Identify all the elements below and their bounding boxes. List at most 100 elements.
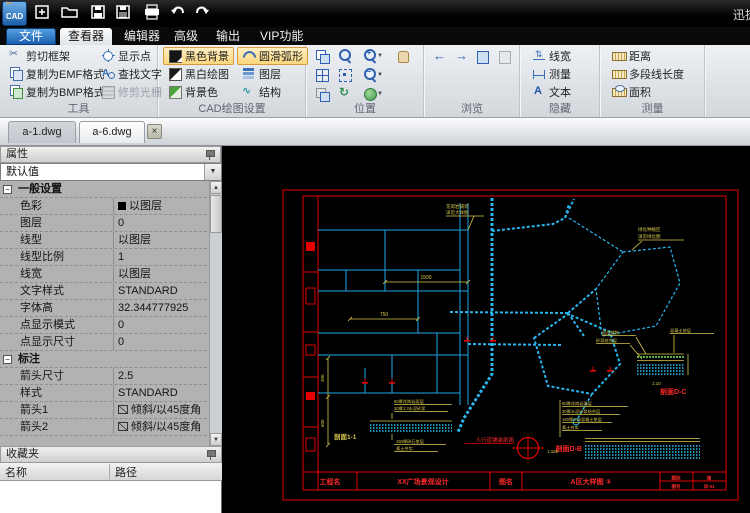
property-row-color[interactable]: 色彩以图层	[0, 198, 222, 215]
plan-grid-lines	[318, 203, 468, 405]
collapse-icon[interactable]: −	[3, 355, 12, 364]
cut-frame-button[interactable]: 剪切框架	[4, 47, 110, 65]
column-name[interactable]: 名称	[5, 464, 27, 480]
pan-button[interactable]	[395, 48, 412, 64]
property-scrollbar[interactable]: ▲ ▼	[209, 181, 222, 446]
measure-toggle[interactable]: 测量	[527, 65, 576, 83]
browse-forward-button[interactable]: →	[453, 49, 470, 65]
property-row-arrowsize[interactable]: 箭头尺寸2.5	[0, 368, 222, 385]
copy-as-emf-button[interactable]: 复制为EMF格式	[4, 65, 110, 83]
text-toggle[interactable]: 文本	[527, 83, 576, 101]
property-label: 箭头1	[20, 402, 110, 418]
title-bar: ✂CAD 迅捷	[0, 0, 750, 27]
property-row-arrow2[interactable]: 箭头2倾斜/以45度角	[0, 419, 222, 436]
menu-tab-vip[interactable]: VIP功能	[252, 28, 311, 45]
property-row-textstyle[interactable]: 文字样式STANDARD	[0, 283, 222, 300]
menu-tab-editor[interactable]: 编辑器	[116, 28, 168, 45]
save-button[interactable]	[86, 2, 110, 24]
zoom-extents-button[interactable]	[337, 67, 354, 83]
zoom-window-button[interactable]	[337, 48, 354, 64]
cascade-windows-button[interactable]	[315, 48, 332, 64]
area-button[interactable]: 面积	[607, 83, 689, 101]
polyline-ruler-icon	[612, 67, 626, 80]
print-button[interactable]	[140, 2, 164, 24]
property-row-dimstyle[interactable]: 样式STANDARD	[0, 385, 222, 402]
property-row-arrow1[interactable]: 箭头1倾斜/以45度角	[0, 402, 222, 419]
favorites-list-empty[interactable]	[0, 481, 221, 513]
property-row-textheight[interactable]: 字体高32.344777925	[0, 300, 222, 317]
section-1-1: 60厚花岗岩面层 30厚1:3水泥砂浆 150厚碎石垫层 素土夯实 剖面1-1	[334, 398, 452, 452]
tb-cell: 详-01	[703, 483, 715, 490]
column-path[interactable]: 路径	[115, 464, 137, 480]
scroll-down-icon[interactable]: ▼	[210, 433, 222, 446]
property-row-linetype[interactable]: 线型以图层	[0, 232, 222, 249]
find-text-button[interactable]: 查找文字	[96, 65, 167, 83]
collapse-icon[interactable]: −	[3, 185, 12, 194]
pin-icon[interactable]	[206, 450, 215, 460]
leader-note: 详见绿化图	[638, 233, 661, 240]
menu-tab-output[interactable]: 输出	[208, 28, 248, 45]
scroll-up-icon[interactable]: ▲	[210, 181, 222, 194]
property-row-layer[interactable]: 图层0	[0, 215, 222, 232]
property-row-pointmode[interactable]: 点显示模式0	[0, 317, 222, 334]
browse-back-button[interactable]: ←	[431, 49, 448, 65]
doc-tab-a1[interactable]: a-1.dwg	[8, 121, 76, 143]
black-background-toggle[interactable]: 黑色背景	[163, 47, 234, 65]
ribbon-item-label: 距离	[629, 51, 651, 63]
trim-raster-button: 修剪光栅	[96, 83, 167, 101]
property-label: 色彩	[20, 198, 110, 214]
save-as-button[interactable]	[112, 2, 136, 24]
cad-drawing-canvas[interactable]: 工程名 XX广场景观设计 图名 A区大样图 ① 图别 施 图号 详-01	[222, 146, 750, 513]
section-general[interactable]: −一般设置	[0, 181, 222, 198]
drawing-name: A区大样图 ①	[571, 477, 612, 486]
menu-tab-viewer[interactable]: 查看器	[60, 28, 112, 45]
chevron-down-icon[interactable]: ▼	[204, 164, 221, 180]
copy-pages-icon	[9, 85, 23, 98]
open-file-button[interactable]	[58, 2, 82, 24]
property-row-ltscale[interactable]: 线型比例1	[0, 249, 222, 266]
dropdown-arrow-icon[interactable]: ▼	[377, 72, 383, 78]
property-row-pointsize[interactable]: 点显示尺寸0	[0, 334, 222, 351]
ribbon-item-label: 测量	[549, 69, 571, 81]
pin-icon[interactable]	[205, 150, 214, 160]
scrollbar-thumb[interactable]	[210, 195, 222, 233]
dropdown-arrow-icon[interactable]: ▼	[377, 91, 383, 97]
black-white-drawing-toggle[interactable]: 黑白绘图	[163, 65, 234, 83]
redo-button[interactable]	[190, 2, 214, 24]
application-window: { "window": {"logo": "CAD", "app_title":…	[0, 0, 750, 513]
undo-button[interactable]	[166, 2, 190, 24]
ribbon-item-label: 文本	[549, 87, 571, 99]
layer-note: 面层铺装	[602, 329, 620, 336]
new-file-button[interactable]	[30, 2, 54, 24]
close-tab-button[interactable]: ×	[147, 124, 162, 139]
preset-dropdown[interactable]: 默认值▼	[0, 163, 222, 181]
ribbon-item-label: 线宽	[549, 51, 571, 63]
distance-button[interactable]: 距离	[607, 47, 689, 65]
dim-text: 750	[380, 312, 389, 318]
show-points-button[interactable]: 显示点	[96, 47, 167, 65]
layers-button[interactable]: 图层	[237, 65, 308, 83]
crosshair-point-icon	[101, 49, 115, 62]
ribbon-item-label: 多段线长度	[629, 69, 684, 81]
return-view-button[interactable]	[475, 49, 492, 65]
dropdown-arrow-icon[interactable]: ▼	[377, 53, 383, 59]
ribbon-item-label: 圆滑弧形	[259, 51, 303, 63]
file-menu-button[interactable]: 文件	[6, 28, 56, 45]
line-width-toggle[interactable]: 线宽	[527, 47, 576, 65]
doc-tab-a6[interactable]: a-6.dwg	[79, 121, 145, 143]
property-row-lineweight[interactable]: 线宽以图层	[0, 266, 222, 283]
polyline-length-button[interactable]: 多段线长度	[607, 65, 689, 83]
tile-windows-button[interactable]	[315, 67, 332, 83]
menu-tab-advanced[interactable]: 高级	[166, 28, 206, 45]
background-color-button[interactable]: 背景色	[163, 83, 234, 101]
ribbon-item-label: 黑色背景	[185, 51, 229, 63]
dimensions: 花岗岩铺装 详见大样图 1500 750 300 600 绿化种植区 详见绿化图	[320, 203, 684, 447]
copy-as-bmp-button[interactable]: 复制为BMP格式	[4, 83, 110, 101]
favorites-column-headers: 名称 路径	[0, 463, 222, 481]
zoom-out-button[interactable]: −▼	[362, 67, 379, 83]
zoom-in-button[interactable]: +▼	[362, 48, 379, 64]
smooth-arc-toggle[interactable]: 圆滑弧形	[237, 47, 308, 65]
document-tab-bar: a-1.dwg a-6.dwg ×	[0, 118, 750, 146]
structure-button[interactable]: 结构	[237, 83, 308, 101]
section-dimension[interactable]: −标注	[0, 351, 222, 368]
